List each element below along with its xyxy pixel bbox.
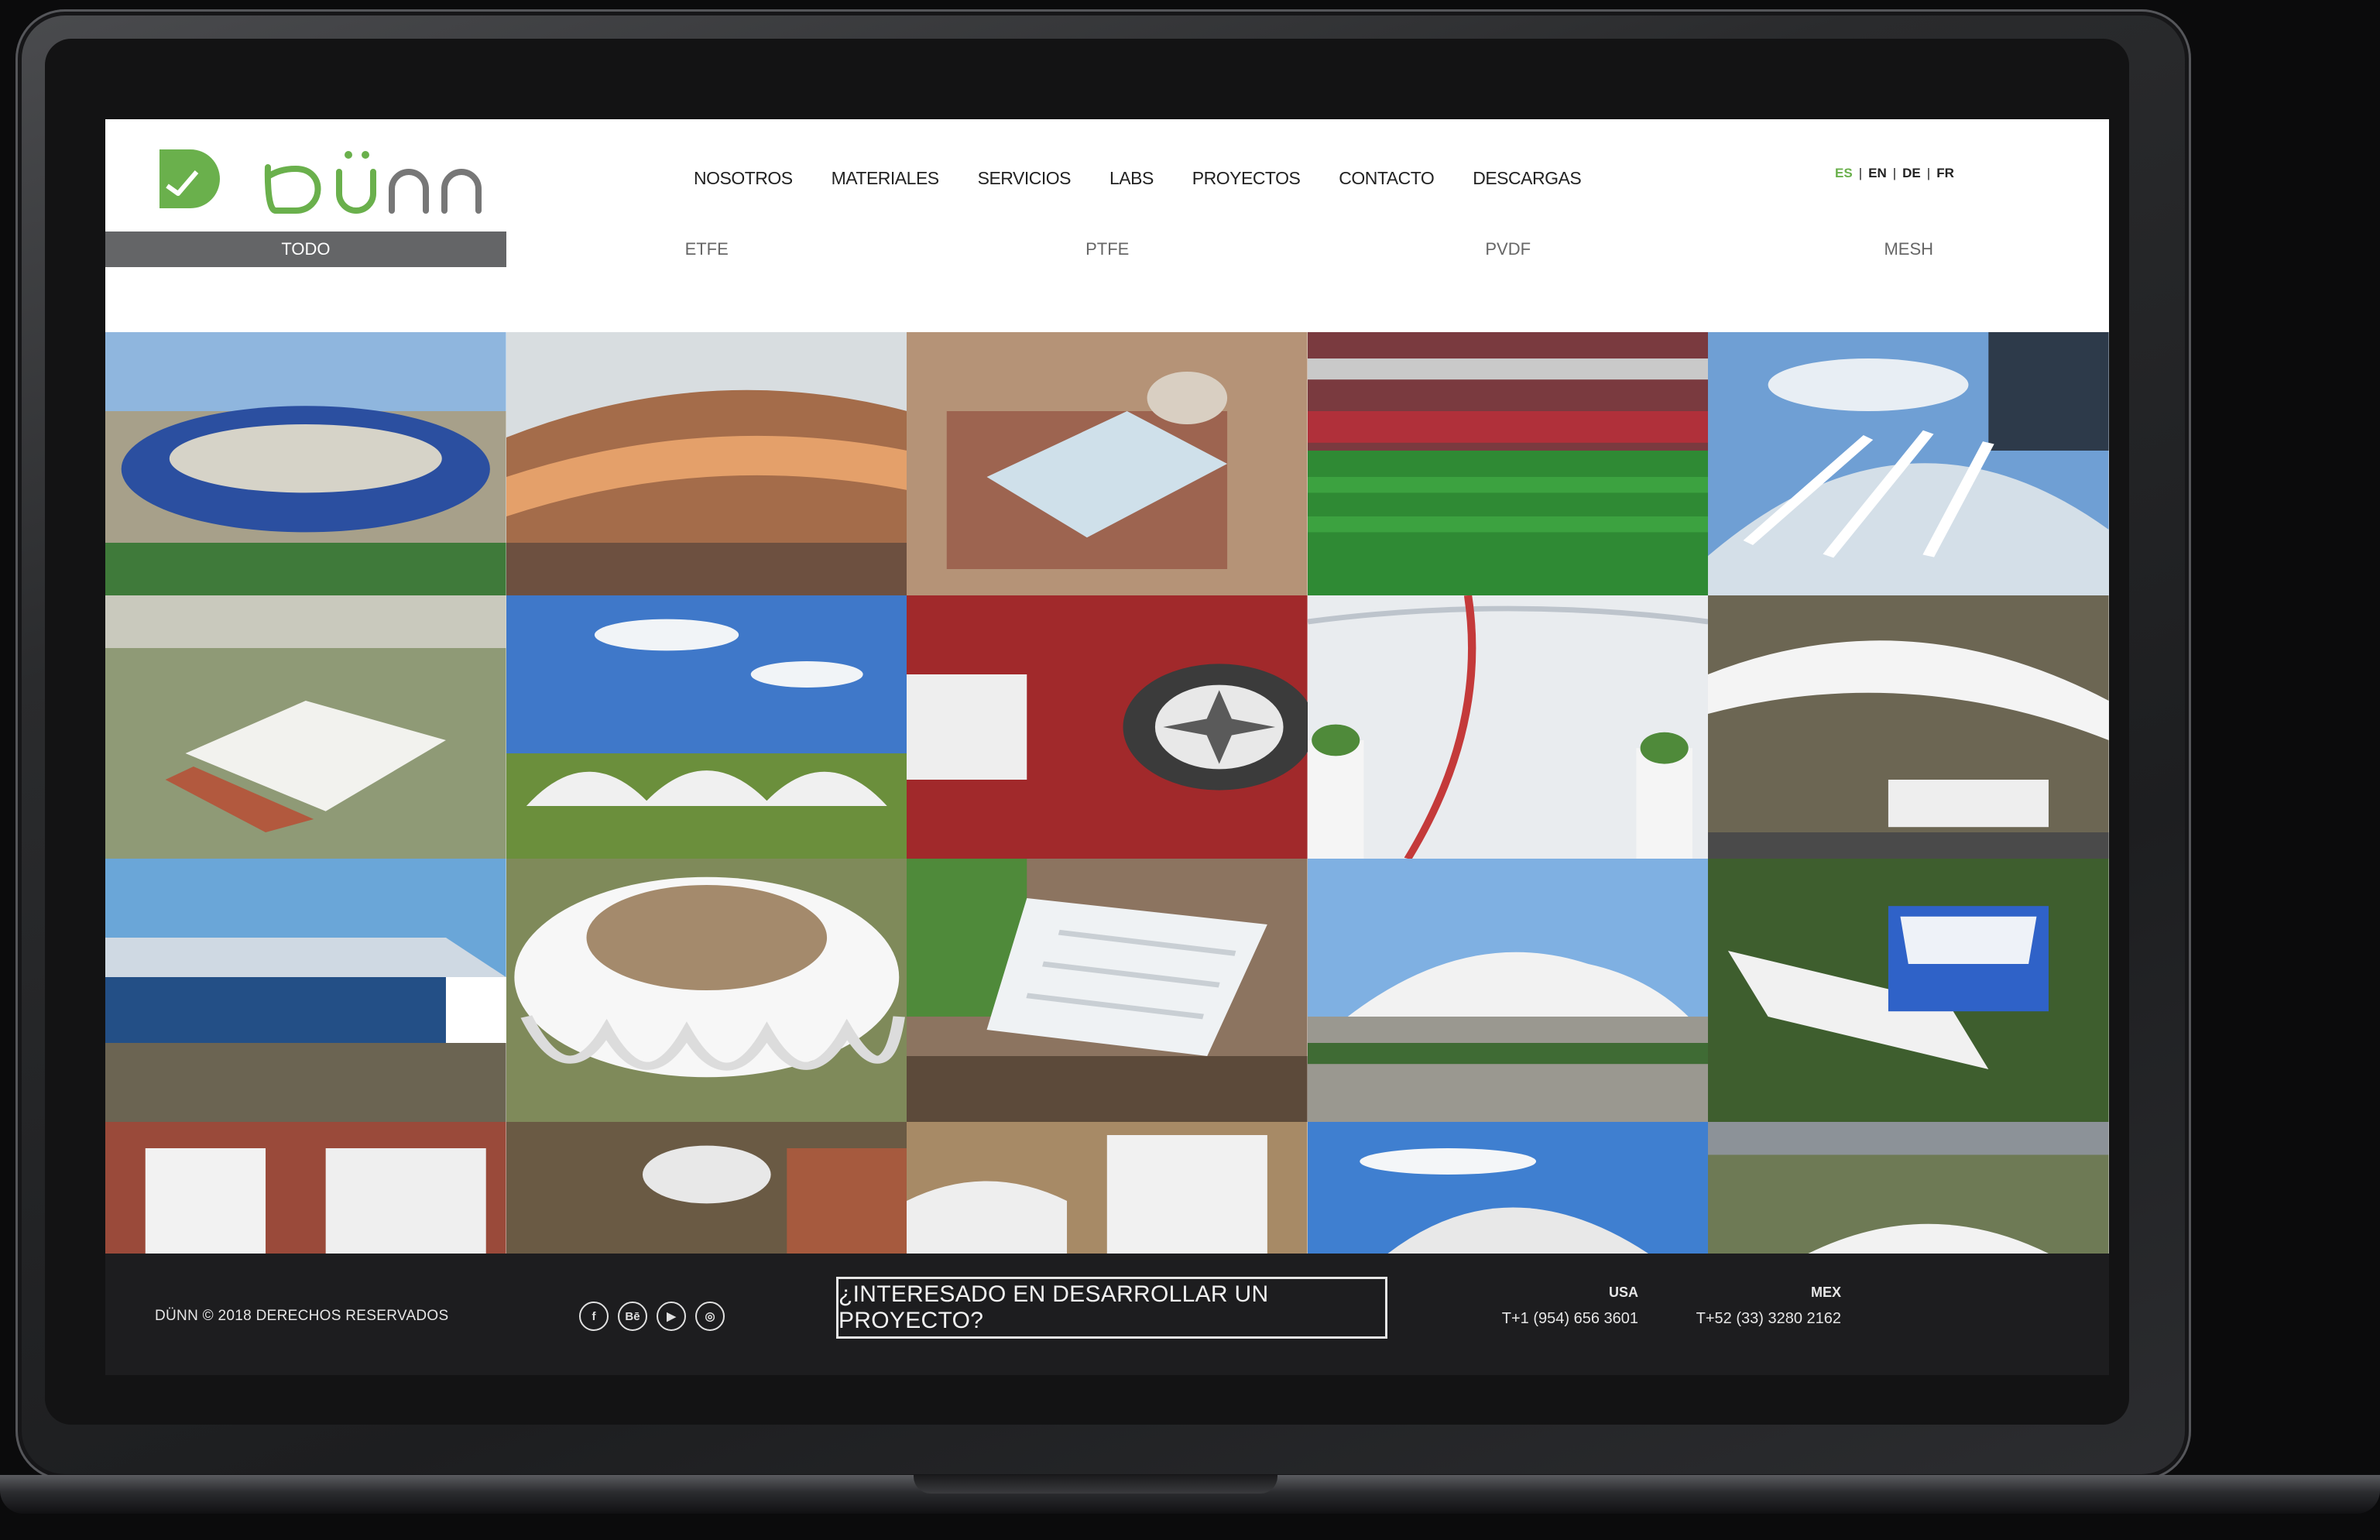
project-thumbnail[interactable] (506, 859, 907, 1122)
filter-todo[interactable]: TODO (105, 232, 506, 267)
contact-usa: USA T+1 (954) 656 3601 (1452, 1284, 1638, 1328)
project-thumbnail[interactable] (1708, 332, 2109, 595)
main-nav: NOSOTROS MATERIALES SERVICIOS LABS PROYE… (694, 163, 1700, 194)
filter-etfe[interactable]: ETFE (506, 232, 907, 267)
filter-ptfe[interactable]: PTFE (907, 232, 1308, 267)
project-thumbnail[interactable] (1708, 1122, 2109, 1254)
project-thumbnail[interactable] (105, 595, 506, 859)
project-thumbnail[interactable] (506, 1122, 907, 1254)
site-footer: DÜNN © 2018 DERECHOS RESERVADOS f Bē ▶ ◎… (105, 1254, 2109, 1375)
nav-servicios[interactable]: SERVICIOS (978, 168, 1072, 189)
lang-es[interactable]: ES (1835, 166, 1853, 181)
usa-label: USA (1608, 1284, 1638, 1300)
site-header: NOSOTROS MATERIALES SERVICIOS LABS PROYE… (105, 119, 2109, 324)
lang-separator: | (1892, 166, 1897, 180)
lang-de[interactable]: DE (1902, 166, 1921, 181)
nav-descargas[interactable]: DESCARGAS (1473, 168, 1581, 189)
nav-proyectos[interactable]: PROYECTOS (1192, 168, 1301, 189)
youtube-icon[interactable]: ▶ (657, 1302, 686, 1331)
project-thumbnail[interactable] (1708, 595, 2109, 859)
project-thumbnail[interactable] (907, 595, 1308, 859)
project-thumbnail[interactable] (1708, 859, 2109, 1122)
project-thumbnail[interactable] (105, 332, 506, 595)
nav-nosotros[interactable]: NOSOTROS (694, 168, 793, 189)
nav-labs[interactable]: LABS (1109, 168, 1154, 189)
project-thumbnail[interactable] (506, 332, 907, 595)
project-gallery (105, 332, 2109, 1254)
project-thumbnail[interactable] (105, 859, 506, 1122)
filter-pvdf[interactable]: PVDF (1308, 232, 1709, 267)
project-filter-bar: TODO ETFE PTFE PVDF MESH (105, 232, 2109, 267)
project-thumbnail[interactable] (1307, 332, 1709, 595)
contact-mex: MEX T+52 (33) 3280 2162 (1646, 1284, 1841, 1328)
project-thumbnail[interactable] (907, 332, 1308, 595)
facebook-icon[interactable]: f (579, 1302, 609, 1331)
project-thumbnail[interactable] (1307, 859, 1709, 1122)
project-thumbnail[interactable] (907, 1122, 1308, 1254)
lang-separator: | (1926, 166, 1931, 180)
mex-phone[interactable]: T+52 (33) 3280 2162 (1646, 1310, 1841, 1328)
lang-fr[interactable]: FR (1936, 166, 1954, 181)
laptop-notch (914, 1475, 1277, 1494)
copyright-text: DÜNN © 2018 DERECHOS RESERVADOS (155, 1308, 449, 1324)
dunn-logo[interactable] (159, 138, 508, 223)
social-links: f Bē ▶ ◎ (579, 1302, 725, 1331)
project-thumbnail[interactable] (105, 1122, 506, 1254)
filter-mesh[interactable]: MESH (1708, 232, 2109, 267)
project-inquiry-button[interactable]: ¿INTERESADO EN DESARROLLAR UN PROYECTO? (836, 1277, 1387, 1339)
website-screen: NOSOTROS MATERIALES SERVICIOS LABS PROYE… (105, 119, 2109, 1375)
nav-materiales[interactable]: MATERIALES (832, 168, 940, 189)
project-thumbnail[interactable] (506, 595, 907, 859)
instagram-icon[interactable]: ◎ (695, 1302, 725, 1331)
lang-separator: | (1858, 166, 1863, 180)
language-switcher: ES | EN | DE | FR (1835, 166, 1954, 181)
mex-label: MEX (1810, 1284, 1841, 1300)
project-thumbnail[interactable] (1307, 595, 1709, 859)
project-thumbnail[interactable] (1307, 1122, 1709, 1254)
usa-phone[interactable]: T+1 (954) 656 3601 (1452, 1310, 1638, 1328)
project-thumbnail[interactable] (907, 859, 1308, 1122)
lang-en[interactable]: EN (1868, 166, 1887, 181)
behance-icon[interactable]: Bē (618, 1302, 647, 1331)
nav-contacto[interactable]: CONTACTO (1339, 168, 1434, 189)
